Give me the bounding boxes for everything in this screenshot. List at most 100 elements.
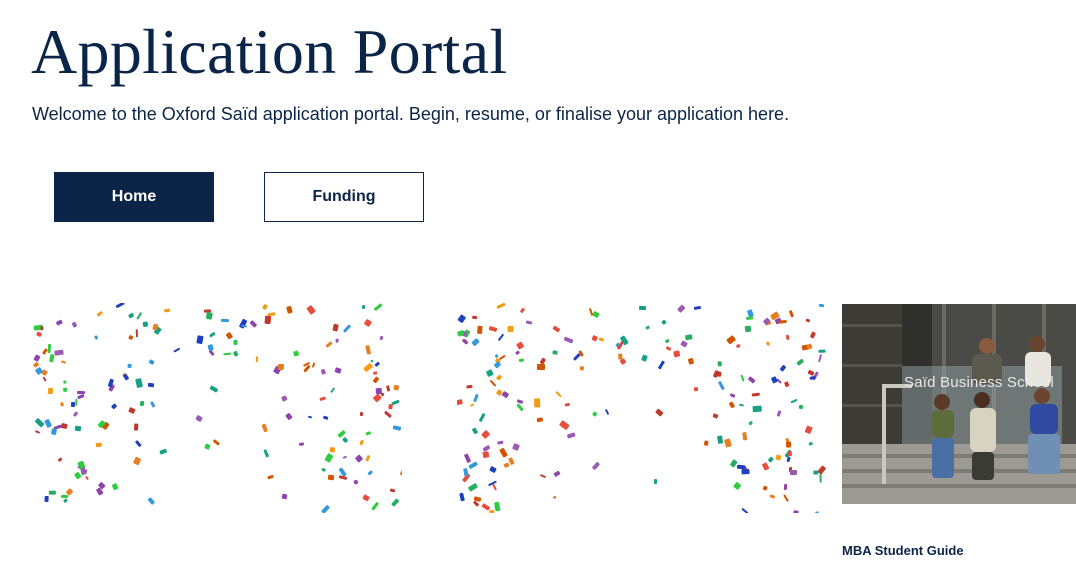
confetti-piece	[817, 464, 827, 475]
confetti-piece	[471, 341, 477, 347]
confetti-piece	[717, 361, 722, 367]
confetti-piece	[693, 305, 701, 311]
confetti-piece	[70, 402, 76, 408]
confetti-piece	[134, 423, 139, 431]
confetti-piece	[488, 465, 497, 473]
confetti-piece	[374, 303, 383, 311]
confetti-piece	[738, 403, 744, 407]
confetti-piece	[520, 307, 526, 314]
confetti-piece	[534, 398, 541, 408]
confetti-piece	[70, 321, 78, 329]
confetti-piece	[384, 411, 393, 419]
confetti-piece	[466, 384, 473, 389]
confetti-piece	[783, 494, 790, 502]
confetti-piece	[512, 443, 520, 452]
confetti-piece	[207, 343, 214, 351]
confetti-piece	[463, 452, 472, 463]
confetti-piece	[363, 318, 373, 328]
confetti-piece	[767, 456, 774, 462]
confetti-piece	[793, 510, 799, 513]
confetti-piece	[62, 380, 67, 384]
confetti-piece	[62, 388, 68, 393]
confetti-piece	[665, 346, 672, 352]
students-photo	[842, 304, 1076, 504]
confetti-piece	[810, 331, 816, 338]
confetti-piece	[717, 380, 725, 390]
confetti-piece	[486, 369, 495, 377]
confetti-piece	[95, 443, 103, 448]
confetti-piece	[640, 354, 648, 362]
confetti-piece	[796, 358, 804, 366]
confetti-piece	[343, 454, 348, 459]
confetti-piece	[790, 398, 798, 404]
confetti-piece	[196, 335, 204, 345]
confetti-piece	[324, 452, 334, 463]
confetti-piece	[657, 359, 665, 369]
confetti-piece	[776, 410, 782, 418]
confetti-piece	[127, 312, 134, 320]
confetti-piece	[133, 456, 142, 465]
confetti-piece	[358, 439, 364, 446]
confetti-piece	[55, 319, 64, 326]
confetti-piece	[733, 481, 742, 490]
mba-guide-image[interactable]: Saïd Business School	[842, 304, 1076, 504]
confetti-piece	[365, 455, 371, 462]
confetti-piece	[729, 393, 736, 399]
confetti-piece	[353, 479, 359, 485]
confetti-piece	[233, 339, 238, 345]
funding-button[interactable]: Funding	[264, 172, 424, 222]
confetti-piece	[135, 312, 142, 321]
confetti-piece	[620, 357, 627, 365]
confetti-piece	[741, 468, 750, 474]
confetti-piece	[195, 414, 204, 423]
confetti-piece	[41, 376, 47, 383]
confetti-piece	[143, 321, 149, 328]
confetti-piece	[645, 325, 651, 330]
confetti-piece	[232, 350, 239, 358]
confetti-piece	[784, 483, 788, 490]
confetti-piece	[553, 470, 561, 478]
confetti-piece	[343, 324, 352, 333]
confetti-piece	[779, 364, 787, 373]
confetti-piece	[306, 305, 316, 316]
confetti-piece	[676, 304, 686, 313]
confetti-piece	[222, 352, 232, 356]
confetti-piece	[458, 492, 465, 502]
confetti-piece	[35, 330, 43, 337]
confetti-piece	[742, 431, 748, 440]
confetti-piece	[379, 335, 384, 340]
confetti-piece	[558, 420, 569, 430]
confetti-piece	[172, 347, 180, 354]
confetti-piece	[489, 379, 496, 387]
confetti-piece	[741, 507, 749, 513]
confetti-piece	[498, 354, 506, 360]
confetti-piece	[111, 403, 118, 410]
confetti-piece	[385, 384, 390, 392]
confetti-piece	[761, 485, 768, 491]
home-button[interactable]: Home	[54, 172, 214, 222]
confetti-piece	[805, 318, 811, 323]
confetti-piece	[399, 467, 402, 476]
confetti-piece	[261, 423, 269, 432]
confetti-piece	[717, 434, 724, 444]
confetti-piece	[680, 340, 688, 348]
confetti-piece	[321, 369, 326, 376]
confetti-piece	[591, 334, 599, 342]
confetti-piece	[516, 341, 525, 350]
confetti-piece	[43, 418, 52, 429]
confetti-piece	[476, 325, 483, 334]
confetti-piece	[817, 354, 822, 363]
confetti-piece	[479, 413, 486, 423]
confetti-piece	[784, 381, 790, 388]
confetti-piece	[775, 454, 783, 461]
confetti-piece	[744, 325, 751, 333]
mba-student-guide-link[interactable]: MBA Student Guide	[842, 543, 964, 558]
confetti-piece	[463, 468, 469, 477]
confetti-piece	[255, 355, 258, 362]
confetti-piece	[76, 391, 85, 395]
confetti-piece	[638, 305, 646, 310]
confetti-piece	[481, 502, 491, 511]
confetti-piece	[518, 358, 525, 363]
confetti-piece	[139, 400, 145, 407]
confetti-piece	[367, 469, 374, 476]
